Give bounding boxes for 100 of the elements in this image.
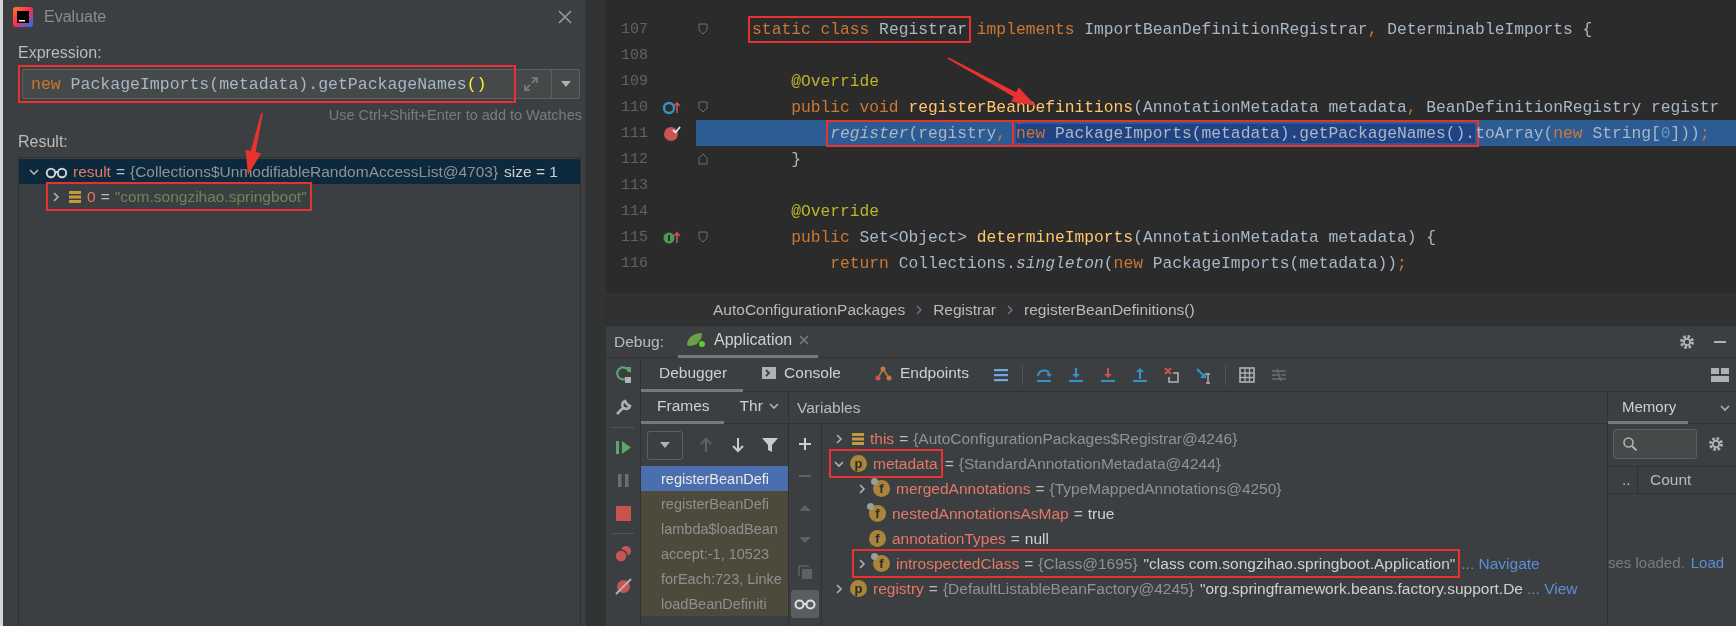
fold-icon[interactable] — [698, 231, 708, 243]
value-text: "org.springframework.beans.factory.support.De — [1199, 579, 1523, 598]
panel-title: Variables — [789, 392, 1607, 424]
breakpoints-icon[interactable] — [613, 544, 633, 563]
variable-name: introspectedClass — [896, 554, 1020, 573]
field-label: Expression: — [18, 44, 103, 62]
variable-value: {AutoConfigurationPackages$Registrar@4246} — [913, 429, 1238, 448]
equals-sign: = — [1035, 479, 1045, 498]
tab[interactable]: Console — [743, 357, 857, 392]
field-icon: f — [873, 555, 890, 572]
search-icon — [1622, 436, 1638, 452]
tab[interactable]: Endpoints — [856, 357, 985, 392]
field-icon: p — [850, 455, 867, 472]
breadcrumb-item[interactable]: AutoConfigurationPackages — [713, 300, 906, 319]
expand-icon[interactable] — [523, 76, 539, 92]
fold-icon[interactable] — [698, 101, 708, 113]
tab[interactable]: Thr — [723, 392, 788, 424]
tab[interactable]: Frames — [641, 392, 724, 424]
fold-icon[interactable] — [698, 153, 708, 165]
console-icon — [761, 365, 778, 381]
step-into-icon[interactable] — [1066, 365, 1085, 384]
field-icon: p — [850, 580, 867, 597]
settings-icon[interactable] — [1707, 435, 1725, 453]
equals-sign: = — [899, 429, 909, 448]
breakpoint-icon[interactable] — [663, 124, 681, 142]
close-icon[interactable] — [798, 334, 811, 346]
variable-value: "com.songzihao.springboot" — [114, 187, 307, 206]
line-number: 107 — [620, 20, 648, 38]
arrow-down-icon[interactable] — [729, 436, 747, 454]
stop-icon[interactable] — [613, 504, 633, 523]
force-step-into-icon[interactable] — [1098, 365, 1117, 384]
variable-name: registry — [873, 579, 924, 598]
variable-name: metadata — [873, 454, 938, 473]
line-number: 111 — [620, 124, 648, 142]
code-line: @Override — [790, 200, 880, 223]
variable-value: {Class@1695} — [1038, 554, 1138, 573]
mute-breakpoints-icon[interactable] — [613, 577, 633, 596]
settings-icon[interactable] — [1678, 332, 1696, 351]
leaf-icon — [686, 331, 708, 349]
line-number: 114 — [620, 202, 648, 220]
code-line: return Collections.singleton(new PackageImports(metadata)); — [829, 252, 1407, 275]
code-line: } — [790, 148, 801, 171]
app-logo-icon — [12, 6, 34, 28]
chevron-right-icon — [915, 304, 924, 315]
code-line: public Set<Object> determineImports(AnnotationMetadata metadata) { — [790, 226, 1437, 249]
column-header[interactable]: Count — [1638, 471, 1692, 489]
equals-sign: = — [100, 187, 110, 206]
line-number: 109 — [620, 72, 648, 90]
caret-down-icon[interactable] — [559, 80, 572, 88]
line-number: 116 — [620, 254, 648, 272]
variable-value: {DefaultListableBeanFactory@4245} — [942, 579, 1194, 598]
variable-value: {TypeMappedAnnotations@4250} — [1049, 479, 1282, 498]
tab[interactable]: Memory — [1608, 391, 1689, 424]
run-to-cursor-icon[interactable] — [1194, 365, 1213, 384]
glasses-icon — [794, 598, 816, 610]
window-title: Evaluate — [44, 8, 108, 26]
tree-row[interactable]: result = {Collections$UnmodifiableRandomAccessList@4703} size = 1 — [19, 159, 580, 184]
breadcrumb-item[interactable]: registerBeanDefinitions() — [1024, 300, 1195, 319]
override-icon[interactable] — [662, 99, 682, 115]
chevron-right-icon — [1006, 304, 1015, 315]
tab[interactable]: Debugger — [641, 357, 744, 392]
field-icon: f — [873, 480, 890, 497]
plus-icon[interactable] — [797, 436, 813, 452]
tree-row[interactable]: 0 = "com.songzihao.springboot" — [19, 184, 580, 209]
variable-value: null — [1024, 529, 1049, 548]
watches-toggle[interactable] — [791, 590, 819, 618]
line-number: 108 — [620, 46, 648, 64]
variable-name: result — [73, 162, 111, 181]
step-out-icon[interactable] — [1130, 365, 1149, 384]
variable-value: true — [1087, 504, 1115, 523]
equals-sign: = — [1024, 554, 1034, 573]
variable-value: {StandardAnnotationMetadata@4244} — [958, 454, 1221, 473]
thread-selector[interactable] — [647, 430, 683, 460]
drop-frame-icon[interactable] — [1162, 365, 1181, 384]
filter-icon[interactable] — [761, 436, 779, 454]
line-number: 113 — [620, 176, 648, 194]
close-icon[interactable] — [556, 8, 574, 26]
equals-sign: = — [1010, 529, 1020, 548]
session-tab[interactable]: Application — [678, 325, 819, 358]
resume-icon[interactable] — [613, 438, 633, 457]
equals-sign: = — [944, 454, 954, 473]
implement-icon[interactable] — [662, 229, 682, 245]
result-label: Result: — [18, 133, 69, 151]
column-header[interactable]: .. — [1622, 471, 1631, 489]
equals-sign: = — [928, 579, 938, 598]
field-icon: f — [869, 505, 886, 522]
rerun-icon[interactable] — [613, 365, 633, 384]
calculator-icon[interactable] — [1237, 365, 1256, 384]
fold-icon[interactable] — [698, 23, 708, 35]
code-line: @Override — [790, 70, 880, 93]
line-number: 112 — [620, 150, 648, 168]
equals-sign: = — [115, 162, 125, 181]
value-text: "class com.songzihao.springboot.Application" — [1143, 554, 1456, 573]
frame-item[interactable]: registerBeanDefi — [641, 466, 788, 491]
breadcrumb-item[interactable]: Registrar — [933, 300, 997, 319]
variable-name: this — [870, 429, 895, 448]
endpoints-icon — [874, 365, 893, 381]
bars-icon — [850, 430, 866, 447]
search-field[interactable] — [1613, 429, 1697, 459]
code-line: public void registerBeanDefinitions(AnnotationMetadata metadata, BeanDefinitionRegistry registr — [790, 96, 1720, 119]
